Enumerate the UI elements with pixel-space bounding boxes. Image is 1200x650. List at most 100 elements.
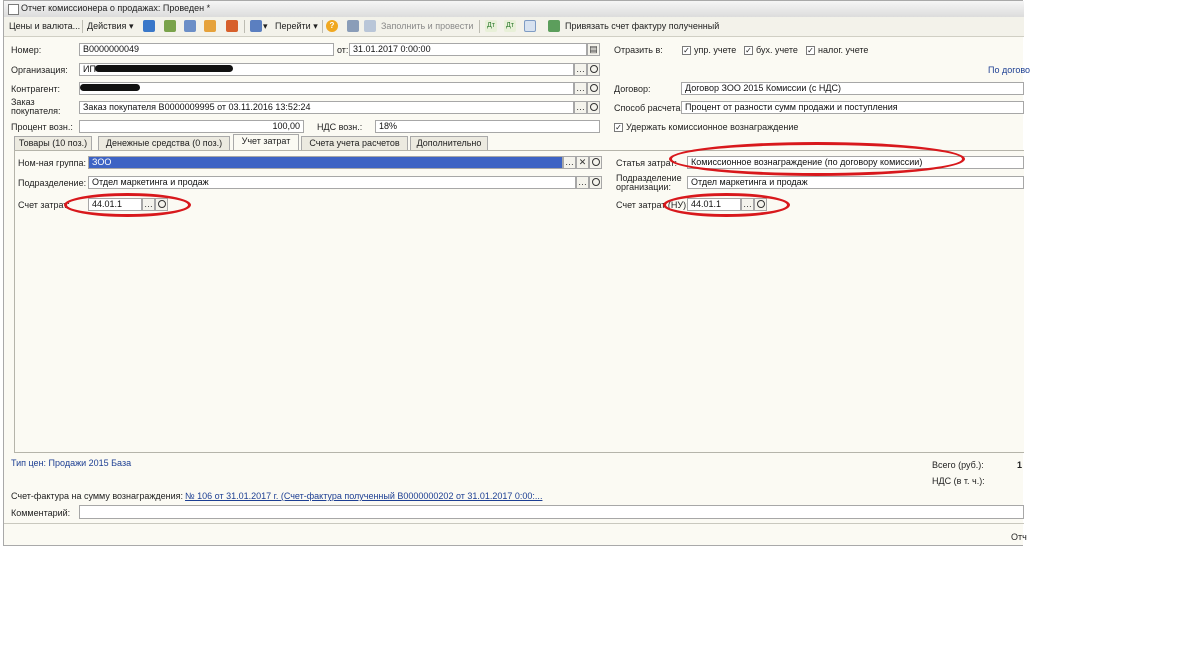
comment-label: Комментарий:: [11, 508, 71, 518]
ellipsis-icon[interactable]: …: [574, 82, 587, 95]
goto-label: Перейти: [275, 21, 311, 31]
counterparty-field[interactable]: [79, 82, 574, 95]
print-icon[interactable]: [204, 20, 216, 32]
tab-cost-accounting[interactable]: Учет затрат: [233, 134, 299, 151]
organization-label: Организация:: [11, 65, 68, 75]
reflect-tax-checkbox[interactable]: ✓: [806, 46, 815, 55]
ellipsis-icon[interactable]: …: [574, 63, 587, 76]
structure-dropdown-icon[interactable]: ▾: [263, 19, 268, 33]
actions-menu-button[interactable]: Действия ▾: [87, 19, 133, 33]
vat-total-label: НДС (в т. ч.):: [932, 476, 985, 486]
customer-order-label: Заказ покупателя:: [11, 97, 61, 116]
cost-account-label: Счет затрат:: [18, 200, 70, 210]
redaction-scribble: [80, 84, 140, 91]
contract-field[interactable]: Договор ЗОО 2015 Комиссии (с НДС): [681, 82, 1024, 95]
invoice-label: Счет-фактура на сумму вознаграждения:: [11, 491, 183, 501]
toolbar-separator: [479, 20, 480, 33]
annotation-oval: [663, 193, 790, 217]
withhold-fee-label: Удержать комиссионное вознаграждение: [626, 122, 799, 132]
magnifier-icon[interactable]: [589, 176, 602, 189]
comment-field[interactable]: [79, 505, 1024, 519]
org-department-label: Подразделение организации:: [616, 173, 682, 192]
nom-group-field[interactable]: ЗОО: [88, 156, 563, 169]
toolbar-separator: [244, 20, 245, 33]
tab-settlement-accounts[interactable]: Счета учета расчетов: [301, 136, 408, 150]
department-field[interactable]: Отдел маркетинга и продаж: [88, 176, 576, 189]
date-label: от:: [337, 45, 349, 55]
redaction-scribble: [95, 65, 233, 72]
invoice-link[interactable]: № 106 от 31.01.2017 г. (Счет-фактура пол…: [185, 491, 542, 501]
reflect-acc-label: бух. учете: [756, 45, 798, 55]
fill-post-icon[interactable]: [364, 20, 376, 32]
by-contract-link[interactable]: По догово: [988, 65, 1030, 75]
customer-order-field[interactable]: Заказ покупателя В0000009995 от 03.11.20…: [79, 101, 574, 114]
calendar-icon[interactable]: ▤: [587, 43, 600, 56]
actions-label: Действия: [87, 21, 127, 31]
post-icon[interactable]: [143, 20, 155, 32]
calc-method-label: Способ расчета:: [614, 103, 683, 113]
reflect-acc-checkbox[interactable]: ✓: [744, 46, 753, 55]
copy-icon[interactable]: [184, 20, 196, 32]
footer-divider: [4, 523, 1024, 524]
reflect-label: Отразить в:: [614, 45, 663, 55]
fee-percent-label: Процент возн.:: [11, 122, 73, 132]
price-type-link[interactable]: Тип цен: Продажи 2015 База: [11, 458, 131, 468]
toolbar-separator: [322, 20, 323, 33]
annotation-oval: [669, 142, 965, 176]
total-label: Всего (руб.):: [932, 460, 984, 470]
vat-fee-field[interactable]: 18%: [375, 120, 600, 133]
title-bar: Отчет комиссионера о продажах: Проведен …: [4, 1, 1024, 18]
clear-icon[interactable]: ✕: [576, 156, 589, 169]
delete-mark-icon[interactable]: [226, 20, 238, 32]
movements-icon[interactable]: Дт: [485, 20, 497, 32]
magnifier-icon[interactable]: [587, 63, 600, 76]
register-movements-icon[interactable]: Дт: [504, 20, 516, 32]
document-icon: [8, 4, 19, 15]
magnifier-icon[interactable]: [587, 82, 600, 95]
help-icon[interactable]: ?: [326, 20, 338, 32]
attach-invoice-button[interactable]: Привязать счет фактуру полученный: [565, 19, 719, 33]
ellipsis-icon[interactable]: …: [576, 176, 589, 189]
structure-icon[interactable]: [250, 20, 262, 32]
fill-and-post-button[interactable]: Заполнить и провести: [381, 19, 473, 33]
list-icon[interactable]: [347, 20, 359, 32]
ellipsis-icon[interactable]: …: [574, 101, 587, 114]
date-field[interactable]: 31.01.2017 0:00:00: [349, 43, 587, 56]
number-label: Номер:: [11, 45, 42, 55]
tab-cash[interactable]: Денежные средства (0 поз.): [98, 136, 230, 150]
counterparty-label: Контрагент:: [11, 84, 61, 94]
tab-additional[interactable]: Дополнительно: [410, 136, 488, 150]
toolbar-separator: [82, 20, 83, 33]
reflect-mgmt-label: упр. учете: [694, 45, 737, 55]
window-title: Отчет комиссионера о продажах: Проведен …: [21, 3, 211, 13]
reflect-mgmt-checkbox[interactable]: ✓: [682, 46, 691, 55]
subordinate-docs-icon[interactable]: [524, 20, 536, 32]
withhold-fee-checkbox[interactable]: ✓: [614, 123, 623, 132]
prices-currency-button[interactable]: Цены и валюта...: [9, 19, 80, 33]
reflect-tax-label: налог. учете: [818, 45, 869, 55]
dropdown-arrow-icon: ▾: [128, 21, 134, 31]
total-value: 1: [1017, 460, 1023, 470]
document-window: Отчет комиссионера о продажах: Проведен …: [3, 0, 1030, 546]
annotation-oval: [64, 193, 191, 217]
org-department-field[interactable]: Отдел маркетинга и продаж: [687, 176, 1024, 189]
number-field[interactable]: В0000000049: [79, 43, 334, 56]
invoice-link-icon[interactable]: [548, 20, 560, 32]
contract-label: Договор:: [614, 84, 651, 94]
calc-method-field[interactable]: Процент от разности сумм продажи и посту…: [681, 101, 1024, 114]
magnifier-icon[interactable]: [587, 101, 600, 114]
ellipsis-icon[interactable]: …: [563, 156, 576, 169]
fee-percent-field[interactable]: 100,00: [79, 120, 304, 133]
organization-value: ИП: [83, 64, 96, 74]
toolbar: Цены и валюта... Действия ▾ ▾ Перейти ▾ …: [4, 17, 1024, 37]
tab-goods[interactable]: Товары (10 поз.): [14, 136, 92, 150]
vat-fee-label: НДС возн.:: [317, 122, 363, 132]
nom-group-label: Ном-ная группа:: [18, 158, 86, 168]
save-icon[interactable]: [164, 20, 176, 32]
cost-item-label: Статья затрат:: [616, 158, 678, 168]
goto-menu-button[interactable]: Перейти ▾: [275, 19, 318, 33]
magnifier-icon[interactable]: [589, 156, 602, 169]
dropdown-arrow-icon: ▾: [313, 21, 318, 31]
department-label: Подразделение:: [18, 178, 87, 188]
bottom-right-button[interactable]: Отч: [1011, 532, 1027, 542]
